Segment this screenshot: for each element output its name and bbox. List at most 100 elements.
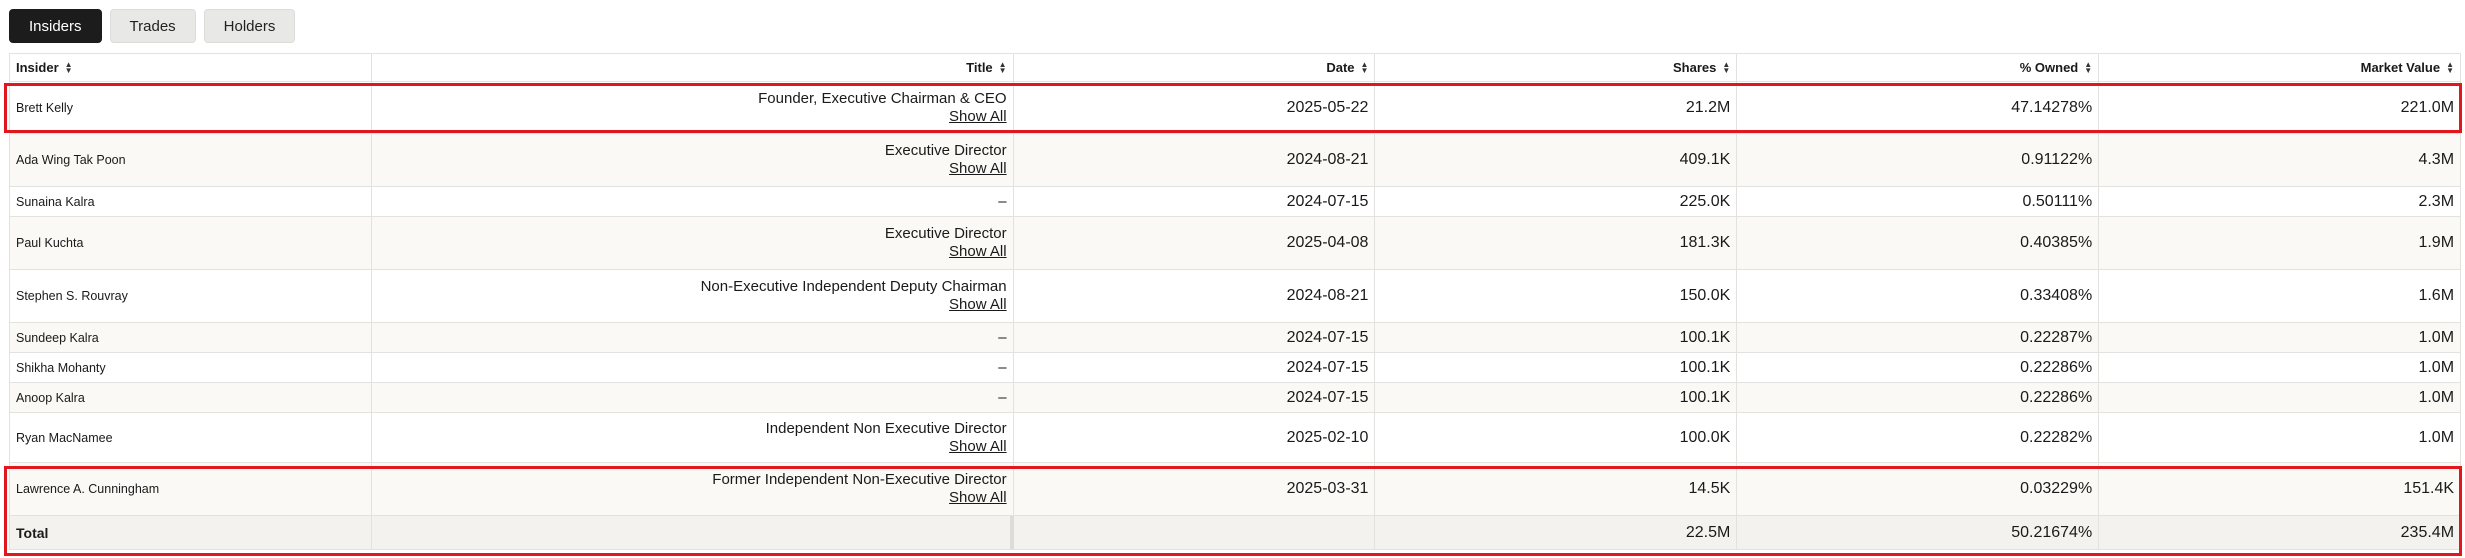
- insider-owned: 0.50111%: [1737, 187, 2100, 216]
- insider-title-cell: Former Independent Non-Executive Directo…: [372, 463, 1014, 515]
- insider-title-cell: Executive Director Show All: [372, 134, 1014, 186]
- sort-icon[interactable]: ▲ ▼: [2446, 60, 2454, 74]
- insider-name[interactable]: Stephen S. Rouvray: [10, 270, 372, 322]
- insider-owned: 0.91122%: [1737, 134, 2100, 186]
- insider-title-cell: –: [372, 383, 1014, 412]
- insider-shares: 409.1K: [1375, 134, 1738, 186]
- table-row: Lawrence A. Cunningham Former Independent…: [10, 463, 2462, 516]
- table-row: Ada Wing Tak Poon Executive Director Show …: [10, 134, 2462, 187]
- insider-market-value: 1.0M: [2099, 323, 2462, 352]
- insider-market-value: 2.3M: [2099, 187, 2462, 216]
- insider-shares: 100.0K: [1375, 413, 1738, 462]
- sort-icon[interactable]: ▲ ▼: [2084, 60, 2092, 74]
- insider-date: 2024-07-15: [1014, 323, 1376, 352]
- insider-name[interactable]: Sundeep Kalra: [10, 323, 372, 352]
- column-header-market-value[interactable]: Market Value ▲ ▼: [2099, 54, 2462, 81]
- show-all-link[interactable]: Show All: [949, 160, 1007, 178]
- insider-shares: 14.5K: [1375, 463, 1738, 515]
- insider-date: 2024-07-15: [1014, 353, 1376, 382]
- insider-name[interactable]: Ryan MacNamee: [10, 413, 372, 462]
- total-title-cell: [372, 516, 1014, 549]
- table-row: Ryan MacNamee Independent Non Executive D…: [10, 413, 2462, 463]
- total-market-value: 235.4M: [2099, 516, 2462, 549]
- table-row: Brett Kelly Founder, Executive Chairman &…: [10, 82, 2462, 134]
- show-all-link[interactable]: Show All: [949, 243, 1007, 261]
- sort-icon[interactable]: ▲ ▼: [1361, 60, 1369, 74]
- show-all-link[interactable]: Show All: [949, 108, 1007, 126]
- insider-title: –: [998, 329, 1007, 346]
- insider-market-value: 1.0M: [2099, 383, 2462, 412]
- insider-owned: 0.03229%: [1737, 463, 2100, 515]
- insider-name[interactable]: Ada Wing Tak Poon: [10, 134, 372, 186]
- insider-date: 2024-07-15: [1014, 187, 1376, 216]
- insider-title: Executive Director: [884, 225, 1007, 242]
- insider-name[interactable]: Paul Kuchta: [10, 217, 372, 269]
- insider-title-cell: Non-Executive Independent Deputy Chairma…: [372, 270, 1014, 322]
- show-all-link[interactable]: Show All: [949, 489, 1007, 507]
- column-header-date[interactable]: Date ▲ ▼: [1014, 54, 1376, 81]
- insider-name[interactable]: Anoop Kalra: [10, 383, 372, 412]
- view-tabs: Insiders Trades Holders: [9, 9, 296, 43]
- insider-title: Non-Executive Independent Deputy Chairma…: [700, 278, 1007, 295]
- insider-name[interactable]: Sunaina Kalra: [10, 187, 372, 216]
- table-row: Anoop Kalra –2024-07-15 100.1K 0.22286% 1.0M: [10, 383, 2462, 413]
- table-row: Shikha Mohanty –2024-07-15 100.1K 0.22286% 1…: [10, 353, 2462, 383]
- insider-title-cell: Executive Director Show All: [372, 217, 1014, 269]
- total-date-cell: [1014, 516, 1376, 549]
- show-all-link[interactable]: Show All: [949, 438, 1007, 456]
- insider-shares: 100.1K: [1375, 353, 1738, 382]
- insider-title: Former Independent Non-Executive Directo…: [712, 471, 1007, 488]
- insider-owned: 0.40385%: [1737, 217, 2100, 269]
- table-row: Stephen S. Rouvray Non-Executive Independ…: [10, 270, 2462, 323]
- table-row: Sundeep Kalra –2024-07-15 100.1K 0.22287% 1.…: [10, 323, 2462, 353]
- insider-title: –: [998, 389, 1007, 406]
- insider-shares: 225.0K: [1375, 187, 1738, 216]
- insider-date: 2024-07-15: [1014, 383, 1376, 412]
- column-header-title[interactable]: Title ▲ ▼: [372, 54, 1014, 81]
- insider-date: 2024-08-21: [1014, 270, 1376, 322]
- insider-shares: 100.1K: [1375, 383, 1738, 412]
- insider-title-cell: Founder, Executive Chairman & CEO Show Al…: [372, 82, 1014, 133]
- total-shares: 22.5M: [1375, 516, 1738, 549]
- insider-shares: 21.2M: [1375, 82, 1738, 133]
- tab-insiders[interactable]: Insiders: [9, 9, 102, 43]
- insider-date: 2025-05-22: [1014, 82, 1376, 133]
- insider-market-value: 151.4K: [2099, 463, 2462, 515]
- insider-name[interactable]: Lawrence A. Cunningham: [10, 463, 372, 515]
- insider-title: –: [998, 193, 1007, 210]
- insider-title-cell: –: [372, 353, 1014, 382]
- insider-owned: 47.14278%: [1737, 82, 2100, 133]
- insider-title: Independent Non Executive Director: [765, 419, 1007, 437]
- tab-trades[interactable]: Trades: [109, 9, 196, 43]
- table-row: Sunaina Kalra –2024-07-15 225.0K 0.50111% 2.…: [10, 187, 2462, 217]
- show-all-link[interactable]: Show All: [949, 296, 1007, 314]
- tab-holders[interactable]: Holders: [203, 9, 296, 43]
- insider-market-value: 1.6M: [2099, 270, 2462, 322]
- insider-name[interactable]: Shikha Mohanty: [10, 353, 372, 382]
- insider-shares: 100.1K: [1375, 323, 1738, 352]
- total-owned: 50.21674%: [1737, 516, 2100, 549]
- insider-date: 2024-08-21: [1014, 134, 1376, 186]
- insider-owned: 0.22286%: [1737, 353, 2100, 382]
- sort-icon[interactable]: ▲ ▼: [999, 60, 1007, 74]
- insider-market-value: 4.3M: [2099, 134, 2462, 186]
- insider-market-value: 1.0M: [2099, 413, 2462, 462]
- insider-title: –: [998, 359, 1007, 376]
- insiders-table: Insider ▲ ▼ Title ▲ ▼ Date ▲ ▼ Shares ▲ ▼ % …: [9, 53, 2462, 550]
- insider-title-cell: –: [372, 323, 1014, 352]
- total-row: Total 22.5M 50.21674% 235.4M: [10, 516, 2462, 550]
- insider-shares: 150.0K: [1375, 270, 1738, 322]
- insider-title: Founder, Executive Chairman & CEO: [758, 89, 1007, 107]
- insider-date: 2025-02-10: [1014, 413, 1376, 462]
- insider-shares: 181.3K: [1375, 217, 1738, 269]
- column-header-owned[interactable]: % Owned ▲ ▼: [1737, 54, 2100, 81]
- column-header-shares[interactable]: Shares ▲ ▼: [1375, 54, 1738, 81]
- sort-icon[interactable]: ▲ ▼: [1722, 60, 1730, 74]
- sort-icon[interactable]: ▲ ▼: [65, 60, 73, 74]
- table-row: Paul Kuchta Executive Director Show All 202…: [10, 217, 2462, 270]
- insider-name[interactable]: Brett Kelly: [10, 82, 372, 133]
- insider-date: 2025-04-08: [1014, 217, 1376, 269]
- insider-market-value: 1.0M: [2099, 353, 2462, 382]
- column-header-insider[interactable]: Insider ▲ ▼: [10, 54, 372, 81]
- insider-title-cell: –: [372, 187, 1014, 216]
